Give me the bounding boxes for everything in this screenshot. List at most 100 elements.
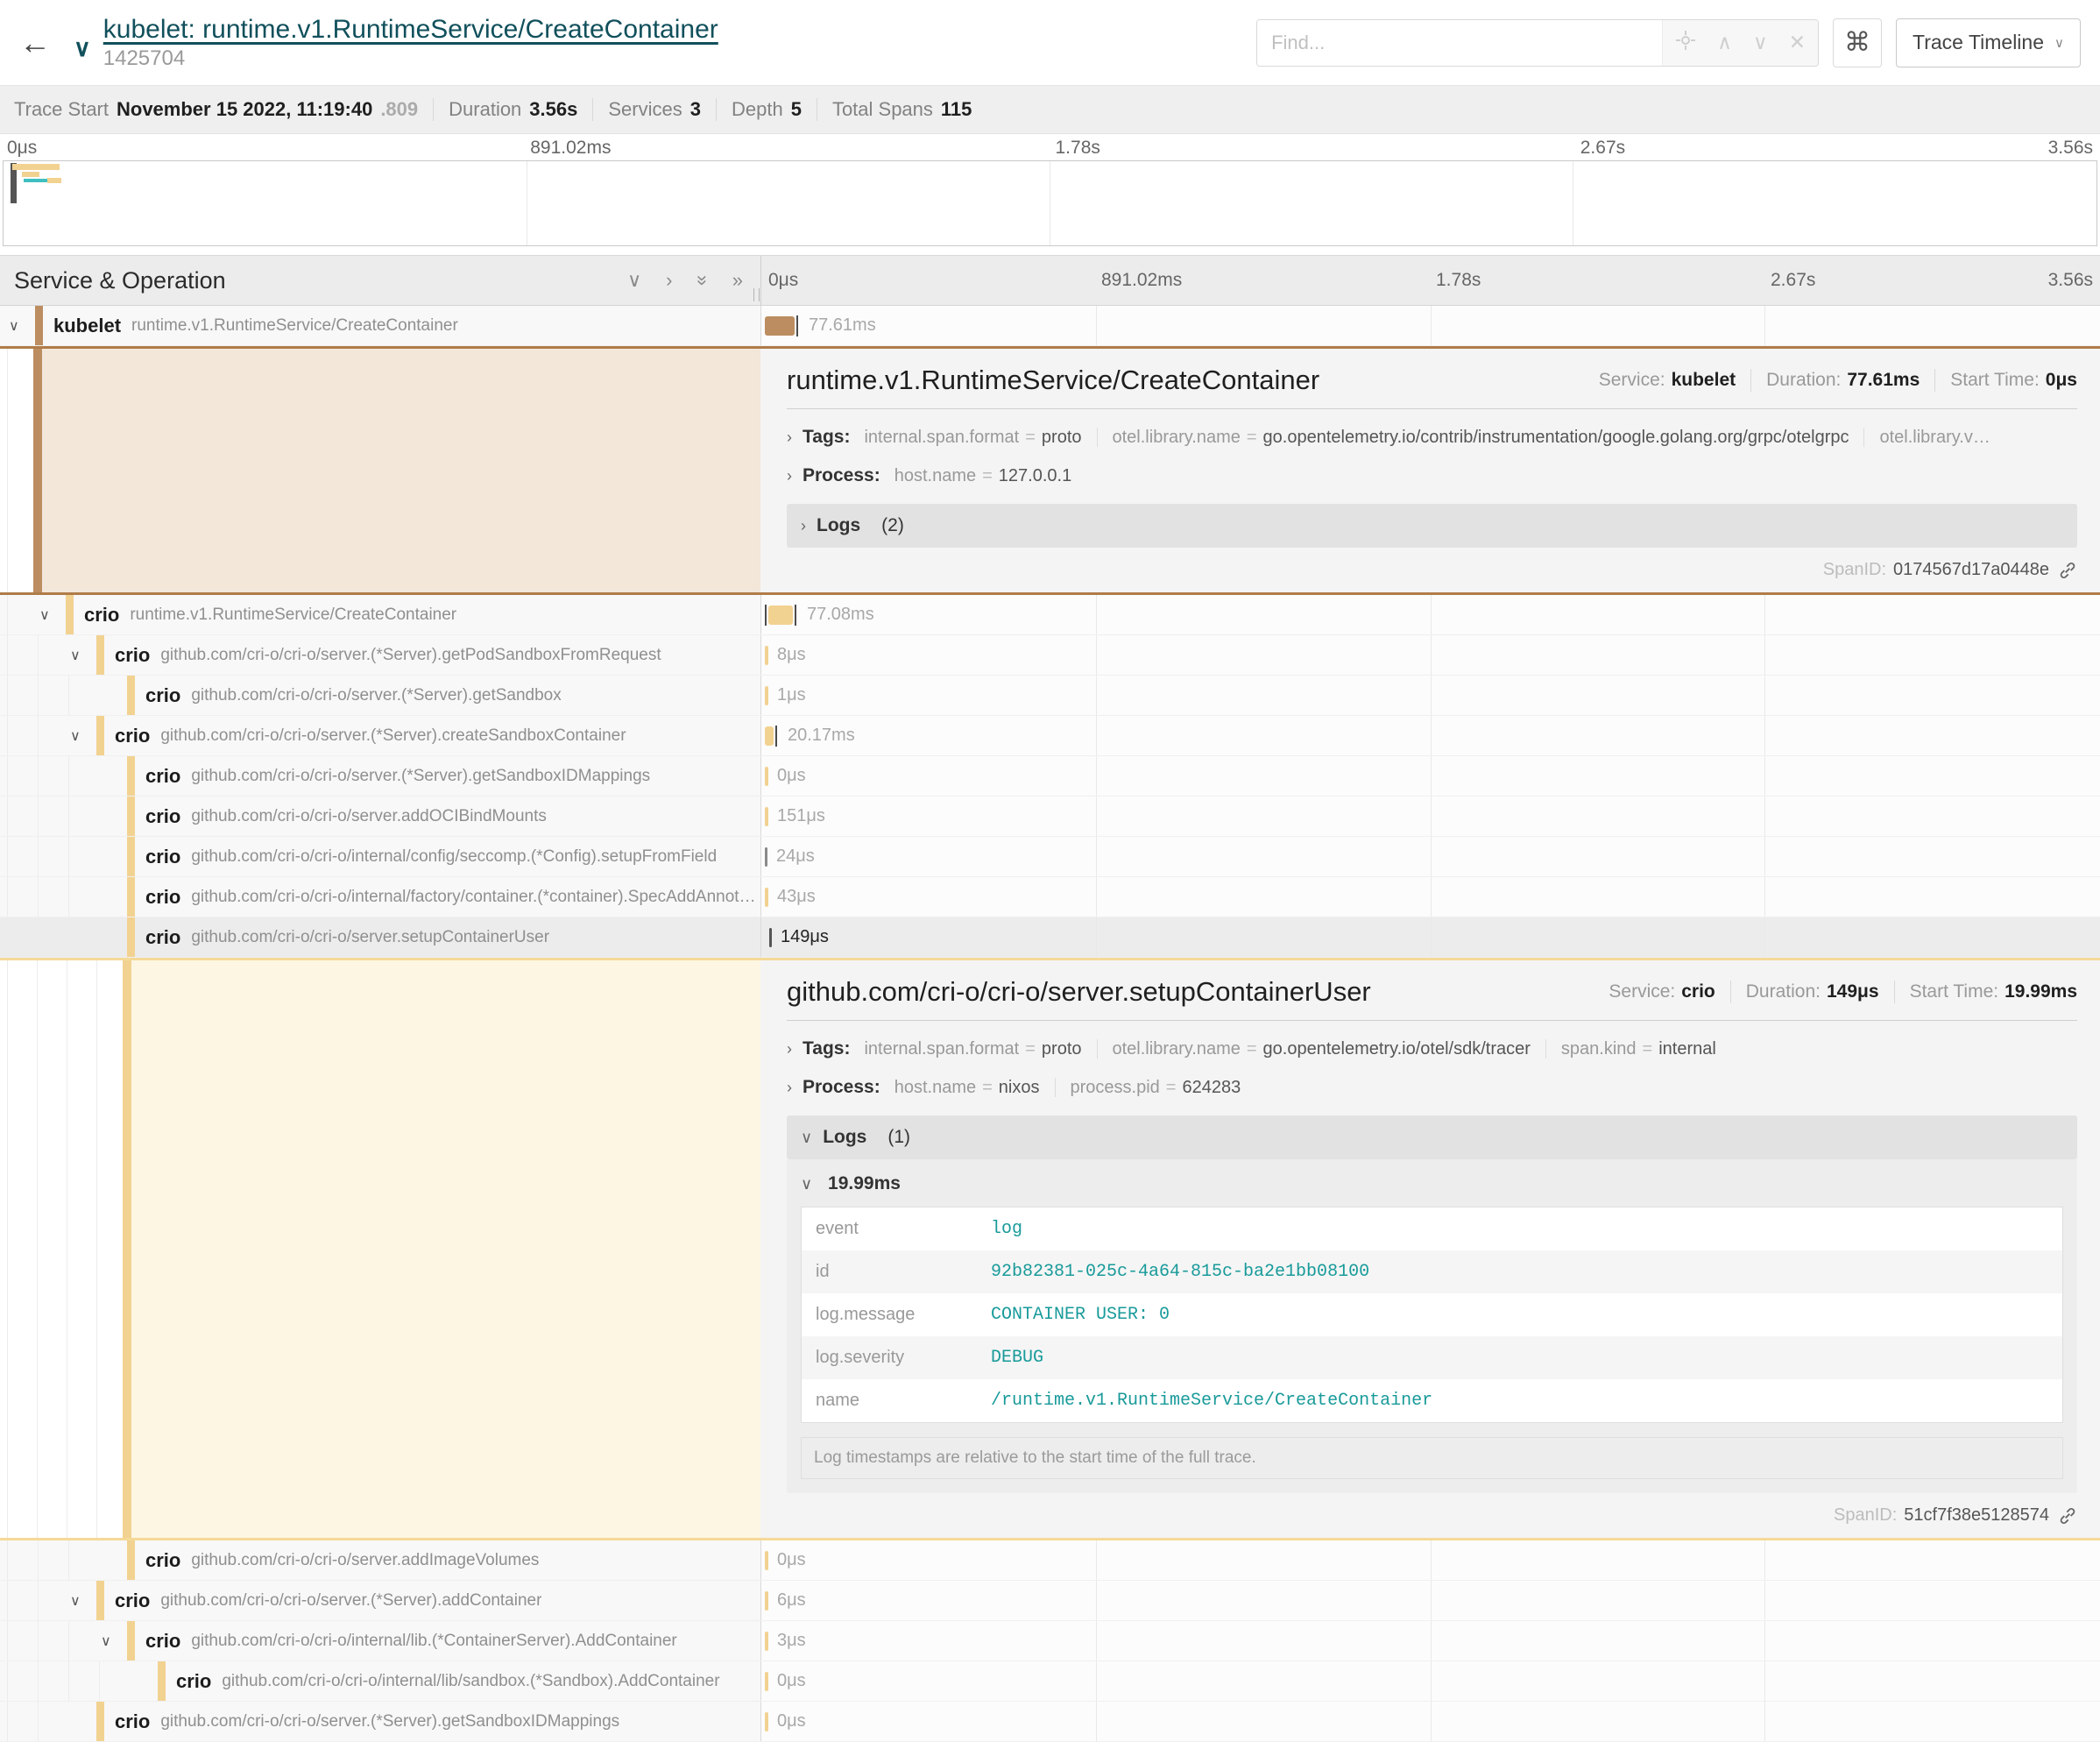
process-accordion[interactable]: › Process: host.name=nixosprocess.pid=62… <box>787 1077 2077 1098</box>
find-input[interactable] <box>1257 20 1662 66</box>
find-next-icon[interactable]: ∨ <box>1753 31 1768 54</box>
span-timeline-cell[interactable]: 6μs <box>760 1581 2100 1620</box>
collapse-trace-chevron-icon[interactable]: ∨ <box>74 35 91 62</box>
span-timeline-cell[interactable]: 0μs <box>760 1702 2100 1741</box>
find-clear-icon[interactable]: ✕ <box>1789 31 1806 54</box>
span-row[interactable]: criogithub.com/cri-o/cri-o/server.addOCI… <box>0 797 2100 837</box>
trace-start-ms: .809 <box>380 98 418 121</box>
log-entry-timestamp[interactable]: ∨ 19.99ms <box>801 1173 2063 1194</box>
span-row[interactable]: criogithub.com/cri-o/cri-o/server.(*Serv… <box>0 1702 2100 1742</box>
span-row[interactable]: ∨criogithub.com/cri-o/cri-o/internal/lib… <box>0 1621 2100 1661</box>
tags-accordion[interactable]: › Tags: internal.span.format=protootel.l… <box>787 427 2077 448</box>
keyboard-shortcuts-button[interactable]: ⌘ <box>1833 18 1882 67</box>
span-timeline-cell[interactable]: 20.17ms <box>760 716 2100 755</box>
log-field-value: DEBUG <box>991 1348 1043 1368</box>
deep-link-icon[interactable] <box>2058 1506 2077 1526</box>
span-timeline-cell[interactable]: 3μs <box>760 1621 2100 1661</box>
span-duration-bar <box>765 767 768 786</box>
collapse-all-icon[interactable]: » <box>691 275 714 286</box>
tag-key-value: host.name=nixos <box>894 1078 1040 1098</box>
span-row[interactable]: ∨criogithub.com/cri-o/cri-o/server.(*Ser… <box>0 716 2100 756</box>
span-timeline-cell[interactable]: 77.08ms <box>760 595 2100 634</box>
service-name: crio <box>115 1710 150 1733</box>
trace-title-link[interactable]: kubelet: runtime.v1.RuntimeService/Creat… <box>103 15 718 44</box>
spanid-row: SpanID: 51cf7f38e5128574 <box>787 1505 2077 1526</box>
deep-link-icon[interactable] <box>2058 561 2077 580</box>
chevron-right-icon: › <box>787 467 792 485</box>
span-timeline-cell[interactable]: 0μs <box>760 756 2100 796</box>
span-timeline-cell[interactable]: 24μs <box>760 837 2100 876</box>
total-spans-label: Total Spans <box>832 98 933 121</box>
service-value: kubelet <box>1672 370 1736 391</box>
spanid-row: SpanID: 0174567d17a0448e <box>787 560 2077 580</box>
collapse-children-chevron-icon[interactable]: ∨ <box>99 1632 127 1650</box>
span-timeline-cell[interactable]: 43μs <box>760 877 2100 917</box>
span-row[interactable]: criogithub.com/cri-o/cri-o/internal/lib/… <box>0 1661 2100 1702</box>
back-arrow-icon[interactable]: ← <box>19 25 68 61</box>
axis-tick-label: 891.02ms <box>530 138 611 159</box>
span-detail-card: github.com/cri-o/cri-o/server.setupConta… <box>760 960 2100 1538</box>
span-duration-label: 0μs <box>777 1711 806 1731</box>
axis-tick-label: 3.56s <box>2048 270 2093 291</box>
service-name: crio <box>145 1630 180 1653</box>
span-row[interactable]: criogithub.com/cri-o/cri-o/internal/conf… <box>0 837 2100 877</box>
minimap-canvas[interactable] <box>3 160 2097 246</box>
span-row[interactable]: ∨criogithub.com/cri-o/cri-o/server.(*Ser… <box>0 1581 2100 1621</box>
trace-start-label: Trace Start <box>14 98 109 121</box>
span-timeline-cell[interactable]: 77.61ms <box>760 306 2100 345</box>
span-duration-bar <box>765 1672 768 1691</box>
logs-accordion[interactable]: › Logs (2) <box>787 504 2077 548</box>
span-row[interactable]: ∨crioruntime.v1.RuntimeService/CreateCon… <box>0 595 2100 635</box>
span-timeline-cell[interactable]: 0μs <box>760 1661 2100 1701</box>
duration-value: 3.56s <box>529 98 577 121</box>
span-row[interactable]: ∨kubeletruntime.v1.RuntimeService/Create… <box>0 306 2100 346</box>
axis-tick-label: 891.02ms <box>1101 270 1182 291</box>
span-duration-label: 3μs <box>777 1631 806 1651</box>
collapse-one-icon[interactable]: ∨ <box>627 269 641 292</box>
trace-view-dropdown[interactable]: Trace Timeline ∨ <box>1896 18 2081 67</box>
axis-tick-label: 2.67s <box>1580 138 1625 159</box>
span-timeline-cell[interactable]: 1μs <box>760 676 2100 715</box>
collapse-children-chevron-icon[interactable]: ∨ <box>68 1592 96 1610</box>
trace-id: 1425704 <box>103 46 718 71</box>
chevron-down-icon: ∨ <box>801 1175 812 1193</box>
span-accent-bar <box>158 1661 166 1701</box>
log-field-value: 92b82381-025c-4a64-815c-ba2e1bb08100 <box>991 1262 1369 1282</box>
span-detail-card: runtime.v1.RuntimeService/CreateContaine… <box>760 349 2100 592</box>
span-row[interactable]: criogithub.com/cri-o/cri-o/server.(*Serv… <box>0 756 2100 797</box>
span-row[interactable]: criogithub.com/cri-o/cri-o/server.addIma… <box>0 1540 2100 1581</box>
span-duration-label: 77.08ms <box>807 605 874 625</box>
service-name: crio <box>84 604 119 627</box>
expand-one-icon[interactable]: › <box>666 269 672 292</box>
chevron-down-icon: ∨ <box>801 1129 812 1147</box>
logs-accordion[interactable]: ∨ Logs (1) <box>787 1115 2077 1159</box>
span-row[interactable]: criogithub.com/cri-o/cri-o/internal/fact… <box>0 877 2100 917</box>
find-prev-icon[interactable]: ∧ <box>1717 31 1732 54</box>
span-accent-bar <box>127 1540 135 1580</box>
collapse-children-chevron-icon[interactable]: ∨ <box>68 647 96 664</box>
log-field-key: log.message <box>816 1305 991 1325</box>
span-duration-bar <box>769 928 772 947</box>
span-duration-bar <box>765 847 767 867</box>
span-row[interactable]: ∨criogithub.com/cri-o/cri-o/server.(*Ser… <box>0 635 2100 676</box>
span-row[interactable]: criogithub.com/cri-o/cri-o/server.(*Serv… <box>0 676 2100 716</box>
span-timeline-cell[interactable]: 8μs <box>760 635 2100 675</box>
locate-crosshair-icon[interactable] <box>1675 30 1696 56</box>
process-accordion[interactable]: › Process: host.name=127.0.0.1 <box>787 465 2077 486</box>
span-accent-bar <box>96 716 104 755</box>
collapse-children-chevron-icon[interactable]: ∨ <box>68 727 96 745</box>
span-timeline-cell[interactable]: 151μs <box>760 797 2100 836</box>
expand-all-icon[interactable]: » <box>732 269 743 292</box>
chevron-right-icon: › <box>801 517 806 535</box>
span-timeline-cell[interactable]: 0μs <box>760 1540 2100 1580</box>
tag-key-value: internal.span.format=proto <box>864 428 1081 448</box>
collapse-children-chevron-icon[interactable]: ∨ <box>38 606 66 624</box>
operation-name: github.com/cri-o/cri-o/server.(*Server).… <box>160 726 626 746</box>
tag-key-value: otel.library.name=go.opentelemetry.io/ot… <box>1113 1039 1531 1059</box>
tags-accordion[interactable]: › Tags: internal.span.format=protootel.l… <box>787 1038 2077 1059</box>
span-timeline-cell[interactable]: 149μs <box>760 917 2100 957</box>
depth-label: Depth <box>732 98 783 121</box>
span-row[interactable]: criogithub.com/cri-o/cri-o/server.setupC… <box>0 917 2100 958</box>
timeline-axis-header: 0μs891.02ms1.78s2.67s3.56s <box>760 256 2100 305</box>
collapse-children-chevron-icon[interactable]: ∨ <box>7 317 35 335</box>
